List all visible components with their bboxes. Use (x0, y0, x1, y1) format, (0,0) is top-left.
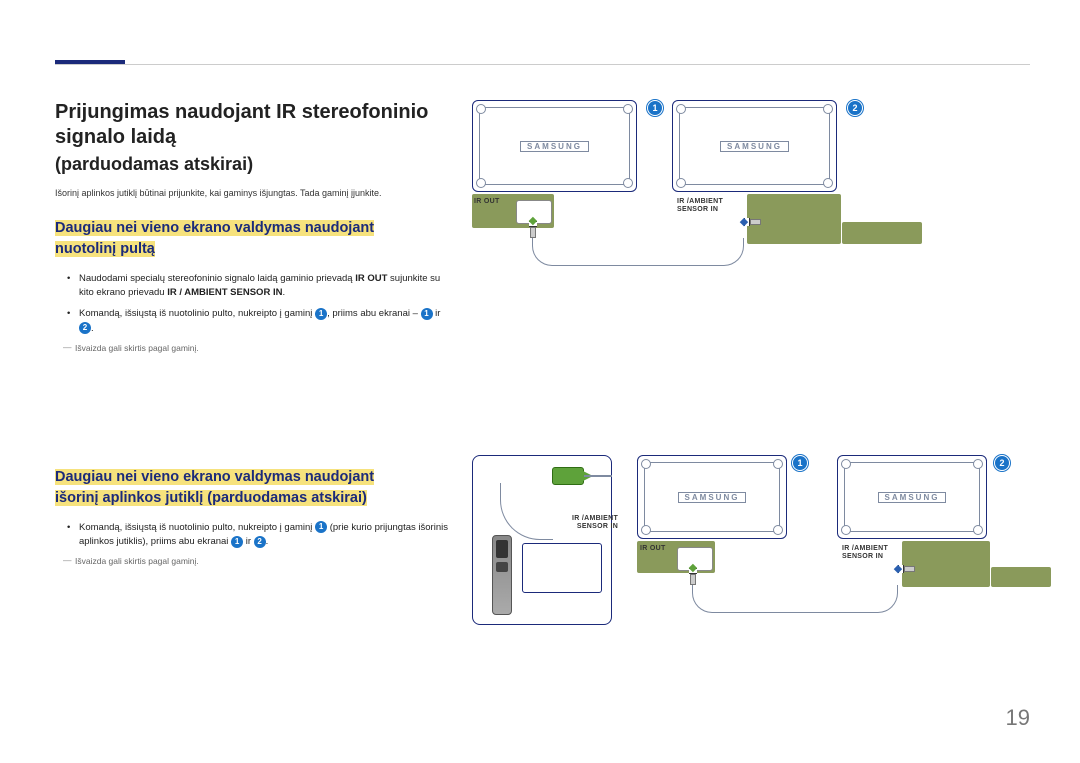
logo-text: SAMSUNG (879, 493, 946, 502)
port-panel-4b (991, 567, 1051, 587)
monitor-1-icon: SAMSUNG (472, 100, 637, 192)
s1-title-l1: Daugiau nei vieno ekrano valdymas naudoj… (55, 220, 374, 236)
footnote-1: Išvaizda gali skirtis pagal gaminį. (65, 343, 450, 353)
ir-ambient-label-2: IR /AMBIENTSENSOR IN (572, 515, 618, 531)
header-accent (55, 60, 125, 64)
badge-2-icon: 2 (254, 536, 266, 548)
intro-note: Išorinį aplinkos jutiklį būtinai prijunk… (55, 187, 450, 200)
badge-1-icon: 1 (231, 536, 243, 548)
logo-text: SAMSUNG (521, 142, 588, 151)
footnote-2: Išvaizda gali skirtis pagal gaminį. (65, 556, 450, 566)
section1-list: Naudodami specialų stereofoninio signalo… (55, 272, 450, 337)
audio-jack-green-2-icon (688, 565, 698, 585)
logo-text: SAMSUNG (721, 142, 788, 151)
badge-1-icon: 1 (421, 308, 433, 320)
badge-2-icon: 2 (79, 322, 91, 334)
ir-receiver-icon (522, 543, 602, 593)
diagram-top: SAMSUNG 1 SAMSUNG 2 IR OUT (472, 100, 1030, 290)
port-panel-2b (842, 222, 922, 244)
s1-bullet-2: Komandą, išsiųstą iš nuotolinio pulto, n… (55, 307, 450, 336)
s2-title-l2: išorinį aplinkos jutiklį (parduodamas at… (55, 490, 367, 506)
section2-heading: Daugiau nei vieno ekrano valdymas naudoj… (55, 467, 450, 509)
page-number: 19 (1006, 705, 1030, 731)
badge-2-icon: 2 (847, 100, 863, 116)
badge-1-icon: 1 (647, 100, 663, 116)
audio-jack-green-icon (528, 218, 538, 238)
diagram-column: SAMSUNG 1 SAMSUNG 2 IR OUT (472, 100, 1030, 665)
title-line-2: signalo laidą (55, 126, 176, 148)
logo-text: SAMSUNG (679, 493, 746, 502)
s2-title-l1: Daugiau nei vieno ekrano valdymas naudoj… (55, 469, 374, 485)
cable-icon (532, 238, 744, 266)
s1-title-l2: nuotolinį pultą (55, 241, 155, 257)
badge-1-icon: 1 (315, 308, 327, 320)
section1-heading: Daugiau nei vieno ekrano valdymas naudoj… (55, 218, 450, 260)
ir-ambient-label-3: IR /AMBIENTSENSOR IN (842, 545, 888, 561)
ir-sensor-plug-icon (552, 467, 584, 485)
ir-out-label: IR OUT (474, 198, 500, 206)
ir-ambient-label: IR /AMBIENTSENSOR IN (677, 198, 723, 214)
s2-bullet-1: Komandą, išsiųstą iš nuotolinio pulto, n… (55, 521, 450, 550)
monitor-2b-icon: SAMSUNG (837, 455, 987, 539)
remote-control-icon (492, 535, 512, 615)
diagram-bottom: IR /AMBIENTSENSOR IN SAMSUNG 1 IR OUT S (472, 455, 1030, 665)
section2-list: Komandą, išsiųstą iš nuotolinio pulto, n… (55, 521, 450, 550)
s1-bullet-1: Naudodami specialų stereofoninio signalo… (55, 272, 450, 301)
badge-1-icon: 1 (315, 521, 327, 533)
monitor-2-icon: SAMSUNG (672, 100, 837, 192)
ir-out-label-2: IR OUT (640, 545, 666, 553)
cable-2-icon (692, 585, 898, 613)
badge-1b-icon: 1 (792, 455, 808, 471)
audio-jack-blue-2-icon (895, 564, 915, 574)
title-line-1: Prijungimas naudojant IR stereofoninio (55, 101, 428, 123)
audio-jack-blue-icon (741, 217, 761, 227)
page-subtitle: (parduodamas atskirai) (55, 154, 450, 175)
port-panel-4 (902, 541, 990, 587)
port-panel-2 (747, 194, 841, 244)
header-rule (55, 64, 1030, 65)
monitor-1b-icon: SAMSUNG (637, 455, 787, 539)
page-title: Prijungimas naudojant IR stereofoninio s… (55, 100, 450, 150)
text-column: Prijungimas naudojant IR stereofoninio s… (55, 100, 450, 665)
badge-2b-icon: 2 (994, 455, 1010, 471)
